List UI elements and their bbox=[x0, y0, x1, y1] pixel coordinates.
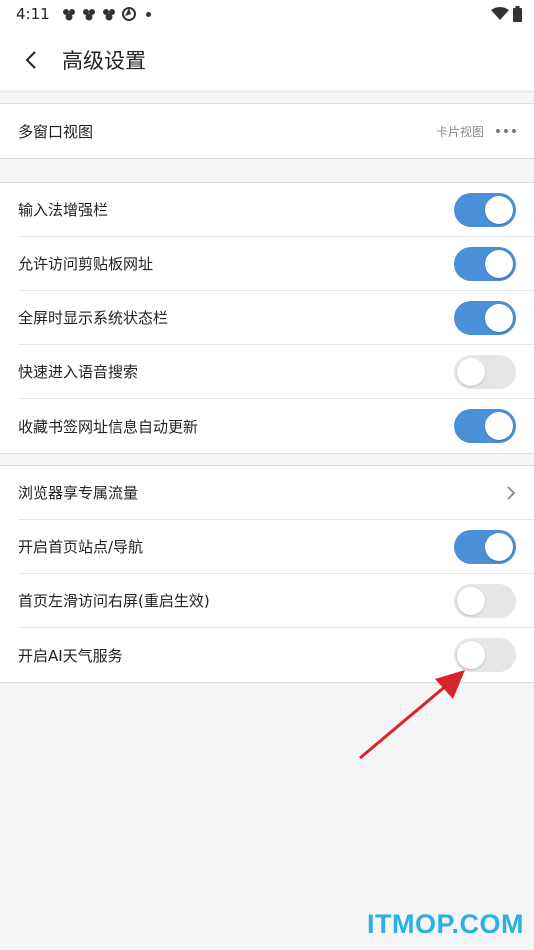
toggle-switch[interactable] bbox=[454, 246, 516, 281]
battery-icon bbox=[513, 6, 522, 22]
setting-row-exclusive-traffic[interactable]: 浏览器享专属流量 bbox=[18, 466, 534, 520]
row-label: 开启首页站点/导航 bbox=[18, 538, 144, 556]
toggle-switch[interactable] bbox=[454, 300, 516, 335]
row-label: 开启AI天气服务 bbox=[18, 646, 123, 665]
back-button[interactable] bbox=[0, 28, 62, 92]
row-value: 卡片视图 bbox=[435, 124, 484, 139]
toggle-switch[interactable] bbox=[454, 583, 516, 618]
toggle-switch[interactable] bbox=[454, 192, 516, 227]
wifi-icon bbox=[491, 7, 509, 20]
notification-app-icon bbox=[102, 9, 115, 21]
setting-row-voice-search[interactable]: 快速进入语音搜索 bbox=[18, 345, 534, 399]
row-label: 多窗口视图 bbox=[18, 122, 94, 141]
row-label: 输入法增强栏 bbox=[18, 201, 109, 219]
settings-group-view: 多窗口视图 卡片视图 bbox=[0, 103, 534, 159]
row-label: 首页左滑访问右屏(重启生效) bbox=[18, 592, 210, 610]
setting-row-swipe-right-screen[interactable]: 首页左滑访问右屏(重启生效) bbox=[18, 574, 534, 628]
setting-row-clipboard[interactable]: 允许访问剪贴板网址 bbox=[18, 237, 534, 291]
status-bar: 4:11 bbox=[0, 0, 534, 28]
chevron-left-icon bbox=[25, 50, 36, 69]
multi-window-view-row[interactable]: 多窗口视图 卡片视图 bbox=[18, 104, 534, 158]
page-title: 高级设置 bbox=[62, 48, 146, 73]
setting-row-fullscreen-statusbar[interactable]: 全屏时显示系统状态栏 bbox=[18, 291, 534, 345]
row-label: 允许访问剪贴板网址 bbox=[18, 255, 154, 273]
toggle-switch[interactable] bbox=[454, 409, 516, 443]
setting-row-input-bar[interactable]: 输入法增强栏 bbox=[18, 183, 534, 237]
settings-group-homepage: 浏览器享专属流量 开启首页站点/导航 首页左滑访问右屏(重启生效) 开启AI天气… bbox=[0, 465, 534, 683]
row-label: 收藏书签网址信息自动更新 bbox=[18, 417, 199, 436]
annotation-arrow-icon bbox=[359, 670, 465, 760]
aperture-icon bbox=[121, 7, 136, 21]
status-time: 4:11 bbox=[16, 5, 50, 23]
settings-group-general: 输入法增强栏 允许访问剪贴板网址 全屏时显示系统状态栏 快速进入语音搜索 收藏书… bbox=[0, 182, 534, 454]
notification-app-icon bbox=[82, 9, 95, 21]
row-label: 浏览器享专属流量 bbox=[18, 484, 139, 502]
watermark: ITMOP.COM bbox=[366, 909, 524, 939]
system-status bbox=[491, 6, 522, 22]
app-header: 高级设置 bbox=[0, 28, 534, 92]
more-notifications-dot bbox=[145, 11, 151, 17]
notification-icons bbox=[62, 7, 151, 21]
setting-row-bookmark-update[interactable]: 收藏书签网址信息自动更新 bbox=[18, 399, 534, 453]
setting-row-home-sites[interactable]: 开启首页站点/导航 bbox=[18, 520, 534, 574]
row-label: 快速进入语音搜索 bbox=[18, 363, 139, 381]
chevron-right-icon bbox=[507, 485, 516, 500]
notification-app-icon bbox=[62, 9, 75, 21]
toggle-switch[interactable] bbox=[454, 529, 516, 564]
more-icon[interactable] bbox=[496, 129, 516, 133]
toggle-switch[interactable] bbox=[454, 354, 516, 389]
row-label: 全屏时显示系统状态栏 bbox=[18, 309, 169, 327]
